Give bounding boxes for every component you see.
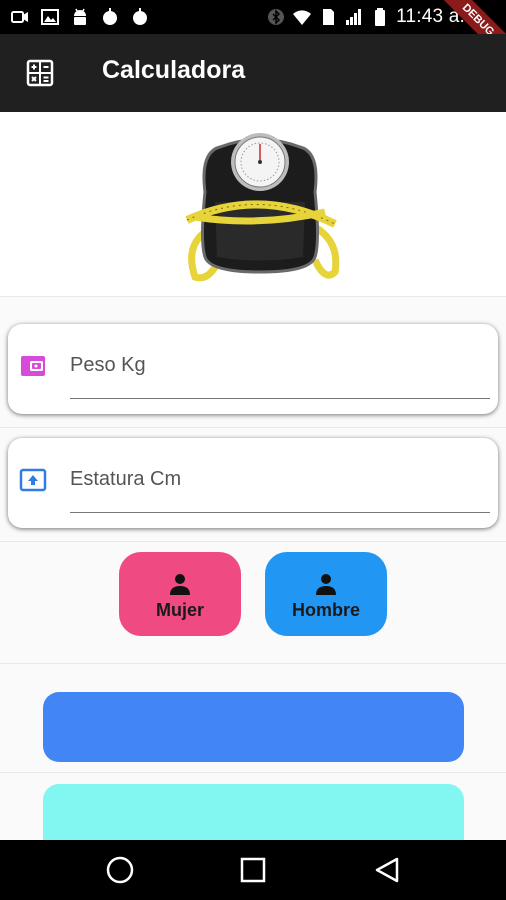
- height-field-underline: [70, 512, 490, 513]
- divider: [0, 296, 506, 297]
- app-title: Calculadora: [102, 56, 246, 84]
- upload-box-icon: [19, 468, 47, 492]
- android-icon: [74, 8, 86, 25]
- person-icon: [316, 574, 336, 595]
- scale-with-tape-measure-image: [185, 133, 340, 282]
- divider: [0, 772, 506, 773]
- video-call-icon: [11, 11, 28, 23]
- android-icon: [103, 8, 117, 25]
- system-nav-bar: [0, 840, 506, 900]
- calculate-button[interactable]: [43, 692, 464, 762]
- male-button-label: Hombre: [291, 600, 360, 620]
- home-circle-icon[interactable]: [106, 856, 134, 884]
- image-icon: [41, 9, 59, 25]
- status-bar: 11:43 a. m. DEBUG: [0, 0, 506, 70]
- wallet-icon: [21, 356, 45, 376]
- female-button-label: Mujer: [155, 600, 204, 620]
- male-button[interactable]: Hombre: [265, 552, 387, 636]
- weight-field-placeholder[interactable]: Peso Kg: [70, 354, 146, 377]
- notification-icons: [10, 7, 150, 27]
- female-button[interactable]: Mujer: [119, 552, 241, 636]
- weight-field-underline: [70, 398, 490, 399]
- divider: [0, 427, 506, 428]
- person-icon: [170, 574, 190, 595]
- height-field-placeholder[interactable]: Estatura Cm: [70, 468, 181, 491]
- calculator-icon[interactable]: [25, 58, 55, 88]
- app-bar: Calculadora: [0, 34, 506, 112]
- wifi-icon: [293, 10, 312, 25]
- bluetooth-icon: [268, 9, 285, 25]
- recents-icon[interactable]: [240, 857, 266, 883]
- weight-input-card[interactable]: Peso Kg: [8, 324, 498, 414]
- android-icon: [133, 8, 147, 25]
- signal-icon: [346, 9, 362, 25]
- height-input-card[interactable]: Estatura Cm: [8, 438, 498, 528]
- battery-icon: [375, 8, 386, 26]
- back-icon[interactable]: [373, 856, 401, 884]
- divider: [0, 663, 506, 664]
- sim-icon: [323, 9, 335, 25]
- divider: [0, 541, 506, 542]
- hero-section: [0, 112, 506, 296]
